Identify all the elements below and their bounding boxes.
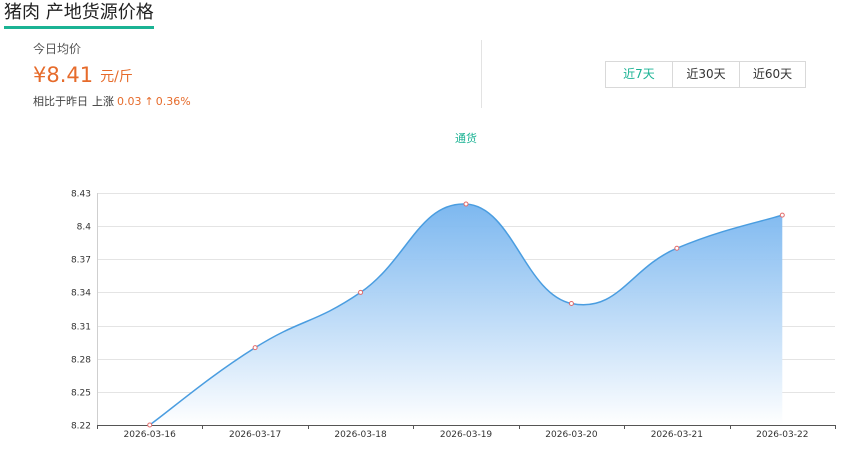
x-tick-label: 2026-03-17 — [229, 430, 281, 440]
data-point[interactable] — [147, 422, 153, 428]
y-tick-label: 8.34 — [71, 289, 91, 299]
x-tick-label: 2026-03-16 — [124, 430, 177, 440]
y-tick-label: 8.43 — [71, 190, 91, 200]
data-point[interactable] — [358, 289, 364, 295]
data-point[interactable] — [674, 245, 680, 251]
y-tick-label: 8.22 — [71, 422, 91, 432]
price-page: 猪肉 产地货源价格 今日均价 ¥8.41 元/斤 相比于昨日 上涨 0.03 ↑ 0.3… — [0, 0, 852, 449]
y-tick-label: 8.31 — [71, 323, 91, 333]
y-tick-label: 8.25 — [71, 389, 91, 399]
x-tick-label: 2026-03-22 — [756, 430, 808, 440]
data-point[interactable] — [568, 300, 574, 306]
x-tick-label: 2026-03-18 — [334, 430, 387, 440]
y-tick-label: 8.4 — [77, 223, 92, 233]
y-tick-label: 8.37 — [71, 256, 91, 266]
y-tick-label: 8.28 — [71, 356, 91, 366]
x-tick-label: 2026-03-19 — [440, 430, 493, 440]
data-point[interactable] — [252, 345, 258, 351]
x-tick-label: 2026-03-21 — [651, 430, 703, 440]
series-area — [149, 203, 783, 425]
x-tick-label: 2026-03-20 — [545, 430, 598, 440]
price-chart: 8.22 8.25 8.28 8.31 8.34 8.37 8.4 8.43 2026-03-1… — [71, 190, 836, 440]
data-point[interactable] — [779, 212, 785, 218]
data-point[interactable] — [463, 201, 469, 207]
